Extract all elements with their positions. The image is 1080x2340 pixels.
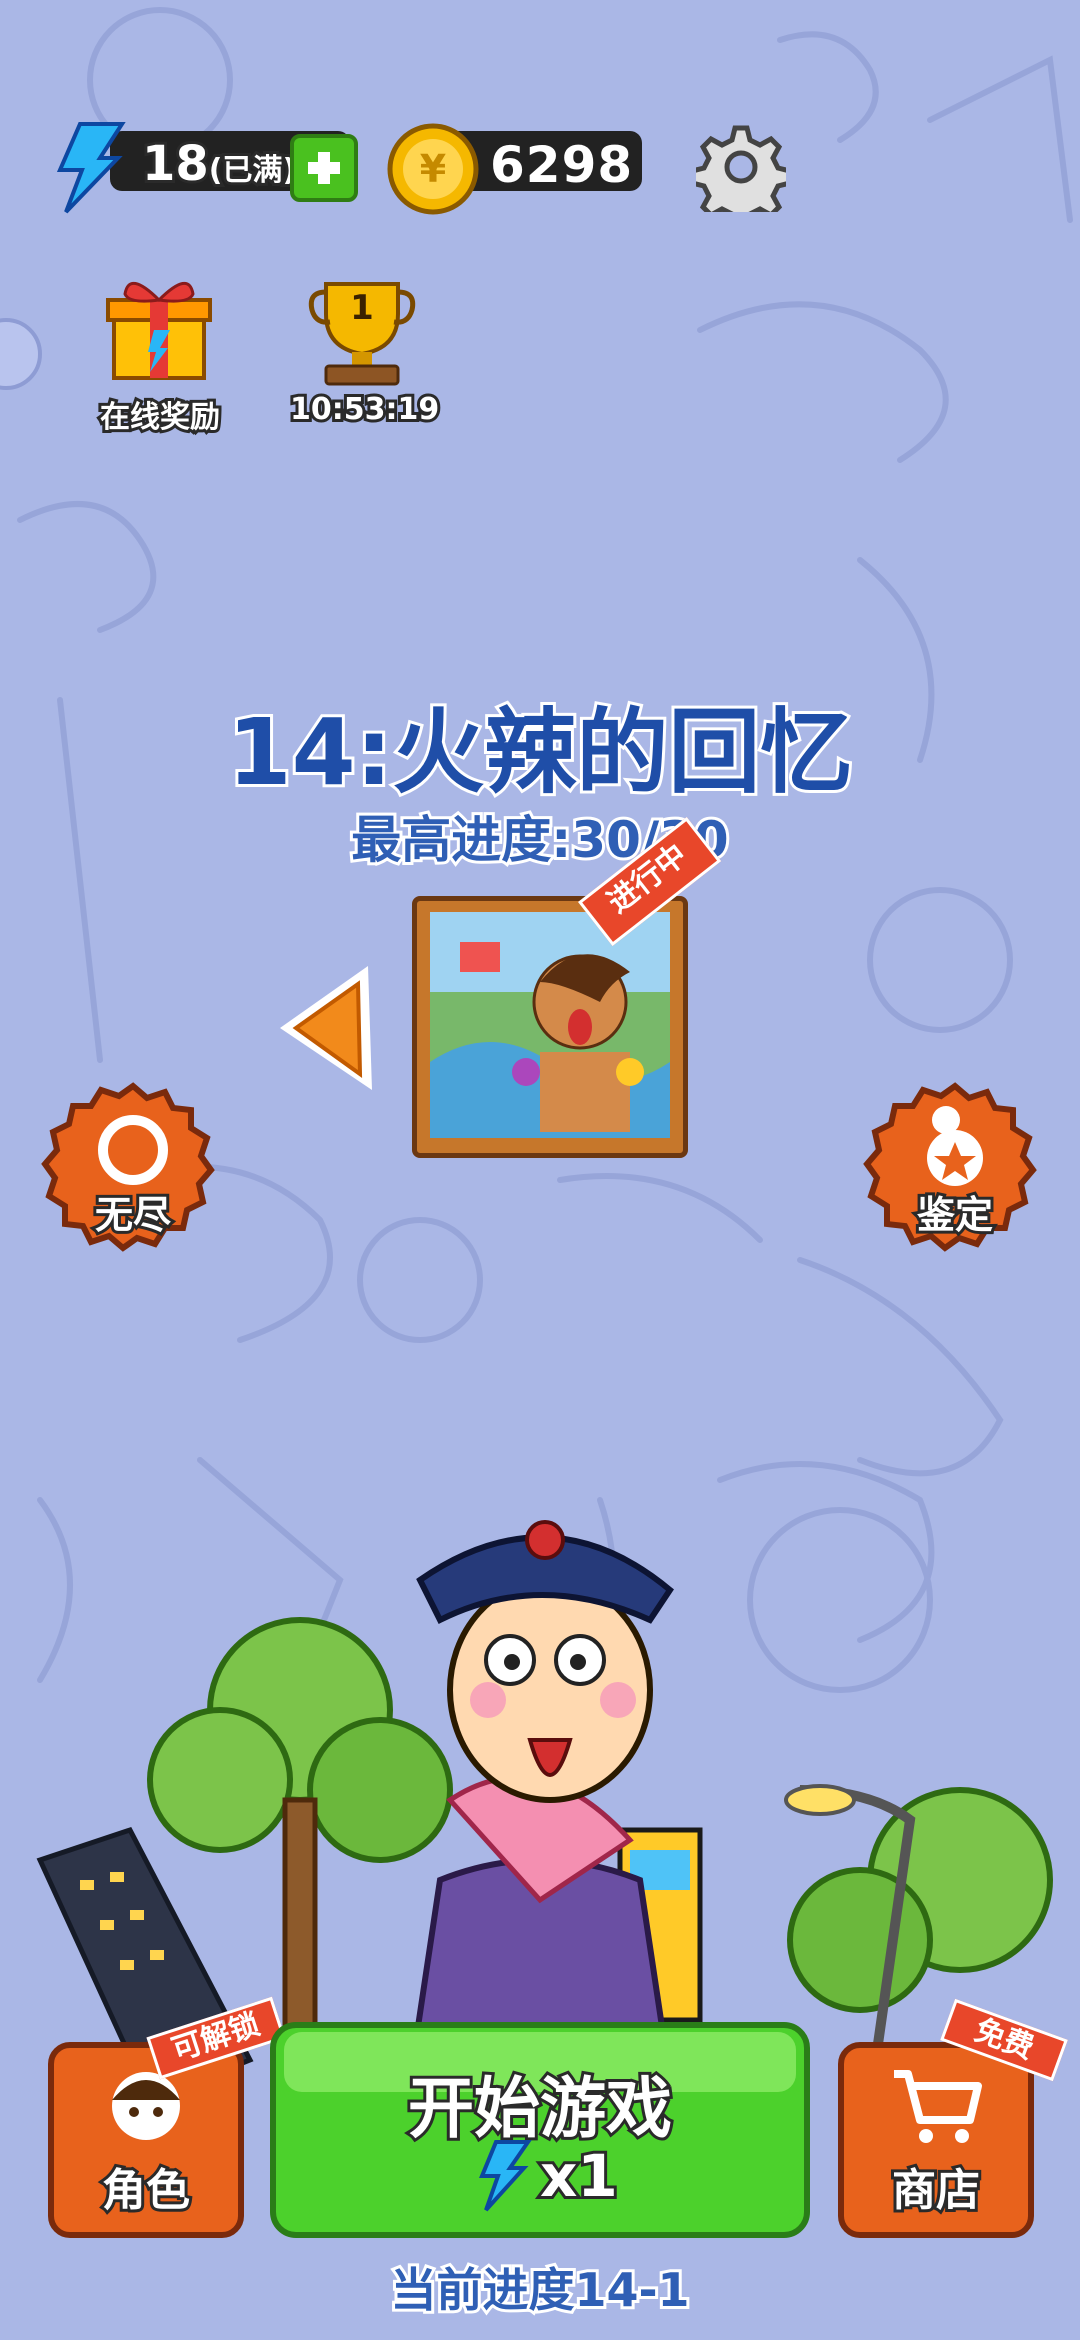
character-face-icon <box>112 2072 180 2140</box>
svg-text:¥: ¥ <box>420 147 446 191</box>
coin-icon: ¥ <box>387 123 479 215</box>
level-title: 14:火辣的回忆 <box>225 696 856 809</box>
endless-label: 无尽 <box>92 1190 174 1240</box>
best-progress: 最高进度:30/30 <box>348 808 731 872</box>
current-progress: 当前进度14-1 <box>387 2260 692 2320</box>
lightning-icon <box>56 122 126 214</box>
energy-count: 18(已满) <box>139 133 299 195</box>
energy-status: (已满) <box>206 150 299 191</box>
add-energy-button[interactable] <box>290 134 358 202</box>
ranking-timer: 10:53:19 <box>287 389 442 430</box>
ranking-rank: 1 <box>350 288 374 328</box>
appraise-label: 鉴定 <box>914 1190 996 1240</box>
coin-count: 6298 <box>490 136 634 194</box>
start-game-cost: x1 <box>537 2139 621 2213</box>
level-thumbnail[interactable] <box>430 912 670 1138</box>
character-label: 角色 <box>99 2162 193 2219</box>
lightning-cost-icon <box>479 2140 532 2212</box>
start-game-label: 开始游戏 <box>405 2067 675 2150</box>
gift-box-icon[interactable] <box>104 272 214 382</box>
energy-value: 18 <box>139 133 212 195</box>
online-reward-label: 在线奖励 <box>97 397 223 438</box>
shopping-cart-icon <box>894 2070 982 2143</box>
gear-icon[interactable] <box>696 122 786 212</box>
shop-label: 商店 <box>889 2162 983 2219</box>
previous-level-arrow-icon[interactable] <box>272 958 382 1098</box>
level-scene-image <box>430 912 670 1138</box>
